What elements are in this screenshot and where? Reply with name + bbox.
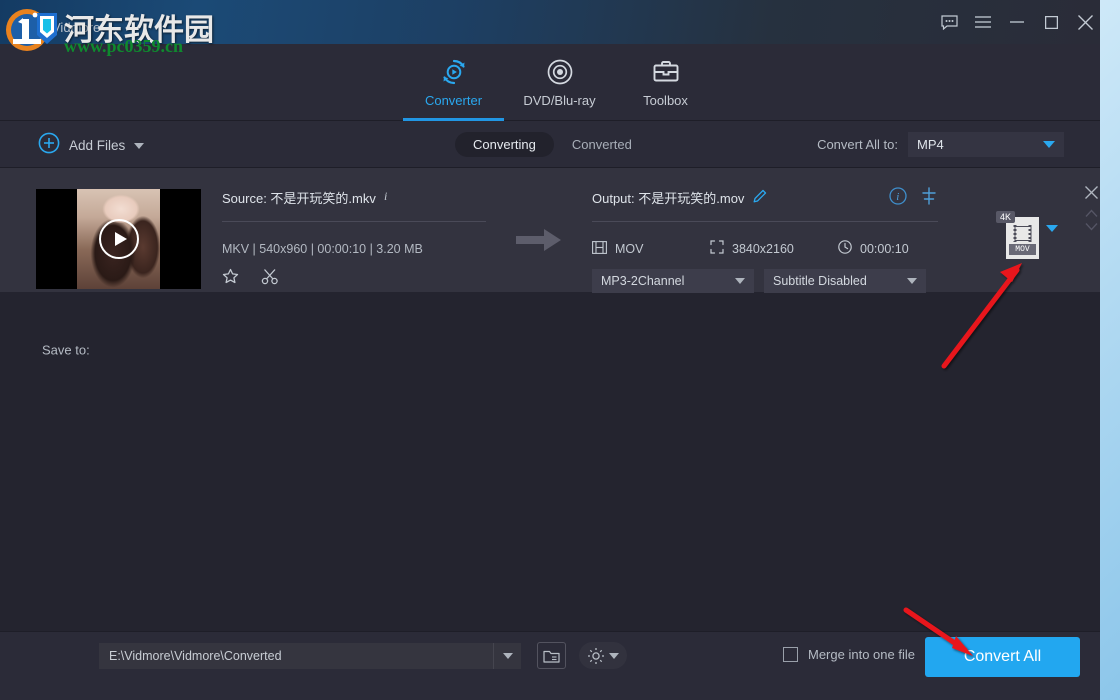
save-to-dropdown[interactable]: [493, 643, 521, 669]
add-files-button[interactable]: Add Files: [38, 132, 144, 159]
watermark-logo-icon: [4, 3, 62, 62]
output-filename: Output: 不是开玩笑的.mov: [592, 188, 744, 207]
tab-toolbox[interactable]: Toolbox: [613, 44, 718, 121]
chevron-down-icon[interactable]: [134, 143, 144, 149]
save-to-value: E:\Vidmore\Vidmore\Converted: [109, 649, 282, 663]
output-resolution-cell: 3840x2160: [710, 240, 838, 257]
tab-converter[interactable]: Converter: [401, 44, 506, 121]
clock-icon: [838, 240, 852, 257]
output-format-badge[interactable]: MOV: [1006, 217, 1039, 259]
tab-toolbox-label: Toolbox: [643, 93, 688, 108]
chevron-down-icon: [1046, 225, 1058, 249]
source-filename: Source: 不是开玩笑的.mkv: [222, 188, 376, 207]
toolbox-icon: [651, 57, 681, 87]
enhance-icon[interactable]: [222, 268, 239, 290]
tab-dvd-bluray[interactable]: DVD/Blu-ray: [507, 44, 612, 121]
segment-converted[interactable]: Converted: [554, 132, 650, 157]
info-italic-icon[interactable]: i: [384, 189, 391, 206]
output-format-cell: MOV: [592, 241, 710, 257]
conversion-arrow-icon: [516, 228, 562, 257]
play-icon: [115, 232, 127, 246]
save-to-input[interactable]: E:\Vidmore\Vidmore\Converted: [99, 643, 521, 669]
audio-track-value: MP3-2Channel: [601, 274, 684, 288]
cut-icon[interactable]: [261, 268, 279, 290]
watermark-url: www.pc0359.cn: [64, 36, 183, 57]
disc-icon: [545, 57, 575, 87]
chevron-down-icon: [1043, 141, 1055, 148]
remove-file-button[interactable]: [1085, 186, 1098, 204]
status-segmented-control: Converting Converted: [455, 132, 650, 157]
resize-icon: [710, 240, 724, 257]
chevron-down-icon: [503, 653, 513, 659]
audio-track-select[interactable]: MP3-2Channel: [592, 269, 754, 293]
chevron-down-icon: [907, 278, 917, 284]
converter-icon: [439, 57, 469, 87]
close-button[interactable]: [1070, 9, 1100, 35]
format-badge-dropdown[interactable]: [1046, 232, 1058, 250]
plus-circle-icon: [38, 132, 60, 159]
tab-dvd-bluray-label: DVD/Blu-ray: [523, 93, 595, 108]
convert-all-to-group: Convert All to: MP4: [817, 132, 1064, 157]
format-badge-label: MOV: [1009, 244, 1036, 255]
subtitle-track-value: Subtitle Disabled: [773, 274, 867, 288]
global-format-value: MP4: [917, 137, 944, 152]
add-files-label: Add Files: [69, 138, 125, 153]
segment-converting[interactable]: Converting: [455, 132, 554, 157]
source-metadata: MKV | 540x960 | 00:00:10 | 3.20 MB: [222, 242, 486, 256]
toolbar: Add Files Converting Converted Convert A…: [0, 121, 1100, 168]
output-metadata-row: MOV 3840x2160 00:00:10: [592, 240, 938, 257]
menu-button[interactable]: [968, 9, 998, 35]
film-icon: [592, 241, 607, 257]
film-strip-icon: [1014, 226, 1031, 241]
merge-label: Merge into one file: [808, 647, 915, 662]
site-watermark: 河东软件园 www.pc0359.cn: [0, 0, 300, 60]
chevron-down-icon: [735, 278, 745, 284]
checkbox-box: [783, 647, 798, 662]
global-format-select[interactable]: MP4: [908, 132, 1064, 157]
info-circle-icon[interactable]: i: [889, 187, 907, 208]
source-action-icons: [222, 268, 486, 290]
quality-badge: 4K: [996, 211, 1015, 223]
output-duration-cell: 00:00:10: [838, 240, 909, 257]
output-column: Output: 不是开玩笑的.mov i MOV: [592, 188, 938, 293]
chevron-down-icon: [609, 653, 619, 659]
open-folder-button[interactable]: [537, 642, 566, 669]
gear-icon: [587, 647, 605, 665]
video-thumbnail[interactable]: [36, 189, 201, 289]
reorder-file-control[interactable]: [1085, 208, 1098, 237]
tab-converter-label: Converter: [425, 93, 482, 108]
source-title-row: Source: 不是开玩笑的.mkv i: [222, 188, 486, 207]
preferences-button[interactable]: [579, 642, 627, 669]
output-divider: [592, 221, 938, 222]
minimize-button[interactable]: [1002, 9, 1032, 35]
merge-into-one-file-checkbox[interactable]: Merge into one file: [783, 647, 915, 662]
output-duration-value: 00:00:10: [860, 242, 909, 256]
output-resolution-value: 3840x2160: [732, 242, 794, 256]
svg-text:i: i: [384, 189, 387, 203]
subtitle-track-select[interactable]: Subtitle Disabled: [764, 269, 926, 293]
feedback-button[interactable]: [934, 9, 964, 35]
output-icon-group: i: [889, 187, 938, 208]
source-divider: [222, 221, 486, 222]
output-track-selects: MP3-2Channel Subtitle Disabled: [592, 269, 938, 293]
play-button[interactable]: [99, 219, 139, 259]
application-window: Vidmore: [0, 0, 1100, 700]
output-title-row: Output: 不是开玩笑的.mov i: [592, 188, 938, 207]
convert-all-button[interactable]: Convert All: [925, 637, 1080, 677]
adjust-icon[interactable]: [920, 187, 938, 208]
convert-all-to-label: Convert All to:: [817, 137, 898, 152]
svg-text:i: i: [896, 191, 899, 203]
source-column: Source: 不是开玩笑的.mkv i MKV | 540x960 | 00:…: [222, 188, 486, 290]
pencil-icon[interactable]: [752, 189, 767, 207]
save-to-label: Save to:: [42, 343, 90, 358]
output-format-value: MOV: [615, 242, 643, 256]
maximize-button[interactable]: [1036, 9, 1066, 35]
